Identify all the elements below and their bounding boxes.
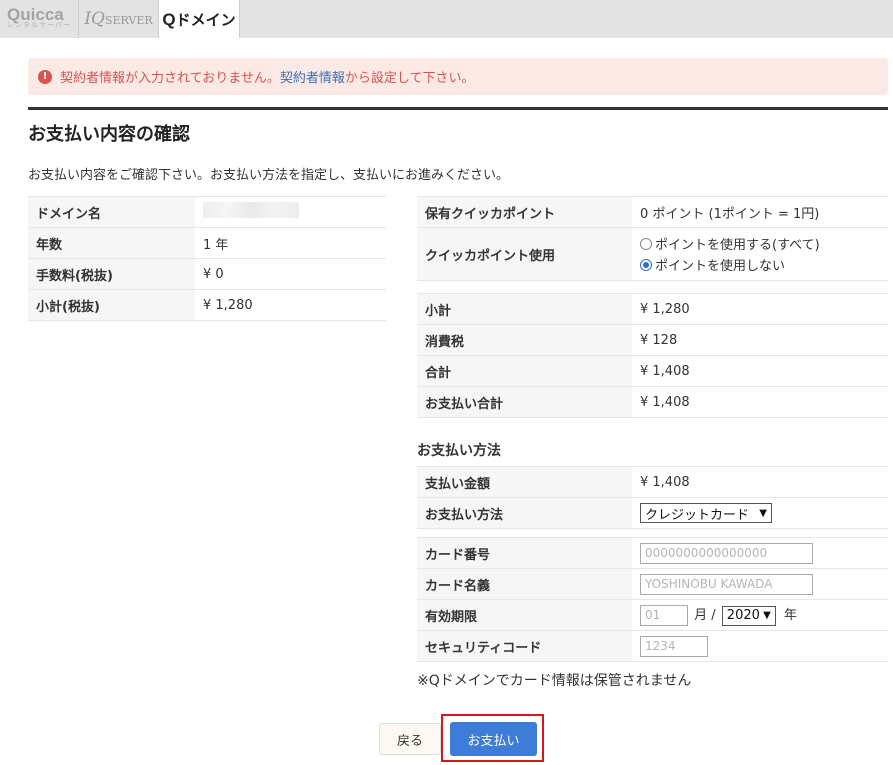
table-row: 年数 1 年 (28, 227, 386, 259)
row-label: 有効期限 (417, 599, 632, 631)
tab-qdomain[interactable]: Qドメイン (159, 0, 240, 38)
table-row: 消費税 ¥ 128 (417, 324, 888, 356)
iqserver-logo: IQSERVER (84, 9, 153, 29)
row-label: 年数 (28, 227, 195, 259)
card-storage-note: ※Qドメインでカード情報は保管されません (417, 673, 692, 689)
row-value: ¥ 0 (195, 258, 386, 290)
quicca-logo: Quicca レンタルサーバー (7, 5, 71, 29)
row-value: ¥ 1,280 (632, 293, 888, 325)
point-usage-options: ポイントを使用する(すべて) ポイントを使用しない (632, 227, 888, 281)
alert-text-before: 契約者情報が入力されておりません。 (60, 71, 280, 86)
totals-table: 小計 ¥ 1,280 消費税 ¥ 128 合計 ¥ 1,408 お支払い合計 ¥… (417, 293, 888, 418)
points-table: 保有クイッカポイント 0 ポイント (1ポイント = 1円) クイッカポイント使… (417, 196, 888, 281)
table-row: お支払い方法 クレジットカード ▼ (417, 497, 888, 529)
redacted-domain (203, 202, 299, 218)
row-label: 手数料(税抜) (28, 258, 195, 290)
order-summary-table: ドメイン名 年数 1 年 手数料(税抜) ¥ 0 小計(税抜) ¥ 1,280 (28, 196, 386, 321)
dropdown-arrow-icon: ▼ (763, 610, 771, 621)
page-title: お支払い内容の確認 (28, 124, 190, 145)
row-label: 支払い金額 (417, 466, 632, 498)
radio-on-icon (640, 258, 652, 271)
contract-info-alert: ! 契約者情報が入力されておりません。 契約者情報 から設定して下さい。 (28, 58, 888, 95)
row-label: ドメイン名 (28, 196, 195, 228)
row-label: 小計 (417, 293, 632, 325)
exclamation-circle-icon: ! (38, 69, 52, 84)
row-label: お支払い方法 (417, 497, 632, 529)
dropdown-arrow-icon: ▼ (759, 507, 767, 519)
row-value: 1 年 (195, 227, 386, 259)
row-label: 消費税 (417, 324, 632, 356)
tab-quicca[interactable]: Quicca レンタルサーバー (0, 0, 79, 38)
expiry-month-input[interactable]: 01 (640, 605, 688, 626)
row-value: ¥ 128 (632, 324, 888, 356)
row-label: お支払い合計 (417, 386, 632, 418)
table-row: 有効期限 01 月 / 2020 ▼ 年 (417, 599, 888, 631)
radio-no-points[interactable]: ポイントを使用しない (640, 254, 888, 275)
row-value: ¥ 1,408 (632, 355, 888, 387)
row-label: 保有クイッカポイント (417, 196, 632, 228)
row-label: 小計(税抜) (28, 289, 195, 321)
month-unit: 月 / (694, 608, 716, 623)
payment-method-select[interactable]: クレジットカード ▼ (640, 503, 772, 523)
radio-use-points[interactable]: ポイントを使用する(すべて) (640, 233, 888, 254)
table-row: ドメイン名 (28, 196, 386, 228)
row-label: 合計 (417, 355, 632, 387)
card-number-cell: 0000000000000000 (632, 537, 888, 569)
row-value: 0 ポイント (1ポイント = 1円) (632, 196, 888, 228)
table-row: 小計(税抜) ¥ 1,280 (28, 289, 386, 321)
card-name-cell: YOSHINOBU KAWADA (632, 568, 888, 600)
table-row: お支払い合計 ¥ 1,408 (417, 386, 888, 418)
expiry-year-select[interactable]: 2020 ▼ (721, 605, 776, 626)
domain-name-value (195, 196, 386, 228)
contract-info-link[interactable]: 契約者情報 (280, 67, 345, 86)
card-number-input[interactable]: 0000000000000000 (640, 542, 813, 564)
table-row: カード番号 0000000000000000 (417, 537, 888, 569)
pay-button[interactable]: お支払い (450, 722, 537, 756)
table-row: 手数料(税抜) ¥ 0 (28, 258, 386, 290)
table-row: 保有クイッカポイント 0 ポイント (1ポイント = 1円) (417, 196, 888, 228)
row-value: ¥ 1,408 (632, 386, 888, 418)
payment-section-title: お支払い方法 (417, 443, 501, 459)
row-label: カード番号 (417, 537, 632, 569)
row-label: クイッカポイント使用 (417, 227, 632, 281)
radio-off-icon (640, 237, 652, 250)
back-button[interactable]: 戻る (379, 723, 441, 755)
year-unit: 年 (783, 608, 797, 623)
row-label: カード名義 (417, 568, 632, 600)
security-code-input[interactable]: 1234 (640, 635, 708, 657)
table-row: クイッカポイント使用 ポイントを使用する(すべて) ポイントを使用しない (417, 227, 888, 281)
card-name-input[interactable]: YOSHINOBU KAWADA (640, 573, 813, 595)
card-table: カード番号 0000000000000000 カード名義 YOSHINOBU K… (417, 537, 888, 662)
alert-text-after: から設定して下さい。 (344, 71, 475, 86)
row-value: ¥ 1,408 (632, 466, 888, 498)
qdomain-logo: Qドメイン (162, 9, 236, 29)
payment-table: 支払い金額 ¥ 1,408 お支払い方法 クレジットカード ▼ (417, 466, 888, 529)
table-row: 合計 ¥ 1,408 (417, 355, 888, 387)
tab-iqserver[interactable]: IQSERVER (79, 0, 159, 38)
table-row: カード名義 YOSHINOBU KAWADA (417, 568, 888, 600)
product-tab-bar: Quicca レンタルサーバー IQSERVER Qドメイン (0, 0, 893, 38)
cvc-cell: 1234 (632, 630, 888, 662)
table-row: セキュリティコード 1234 (417, 630, 888, 662)
row-label: セキュリティコード (417, 630, 632, 662)
title-divider (28, 107, 888, 110)
expiry-cell: 01 月 / 2020 ▼ 年 (632, 599, 888, 631)
table-row: 小計 ¥ 1,280 (417, 293, 888, 325)
payment-method-cell: クレジットカード ▼ (632, 497, 888, 529)
page-lead: お支払い内容をご確認下さい。お支払い方法を指定し、支払いにお進みください。 (28, 168, 510, 183)
table-row: 支払い金額 ¥ 1,408 (417, 466, 888, 498)
row-value: ¥ 1,280 (195, 289, 386, 321)
